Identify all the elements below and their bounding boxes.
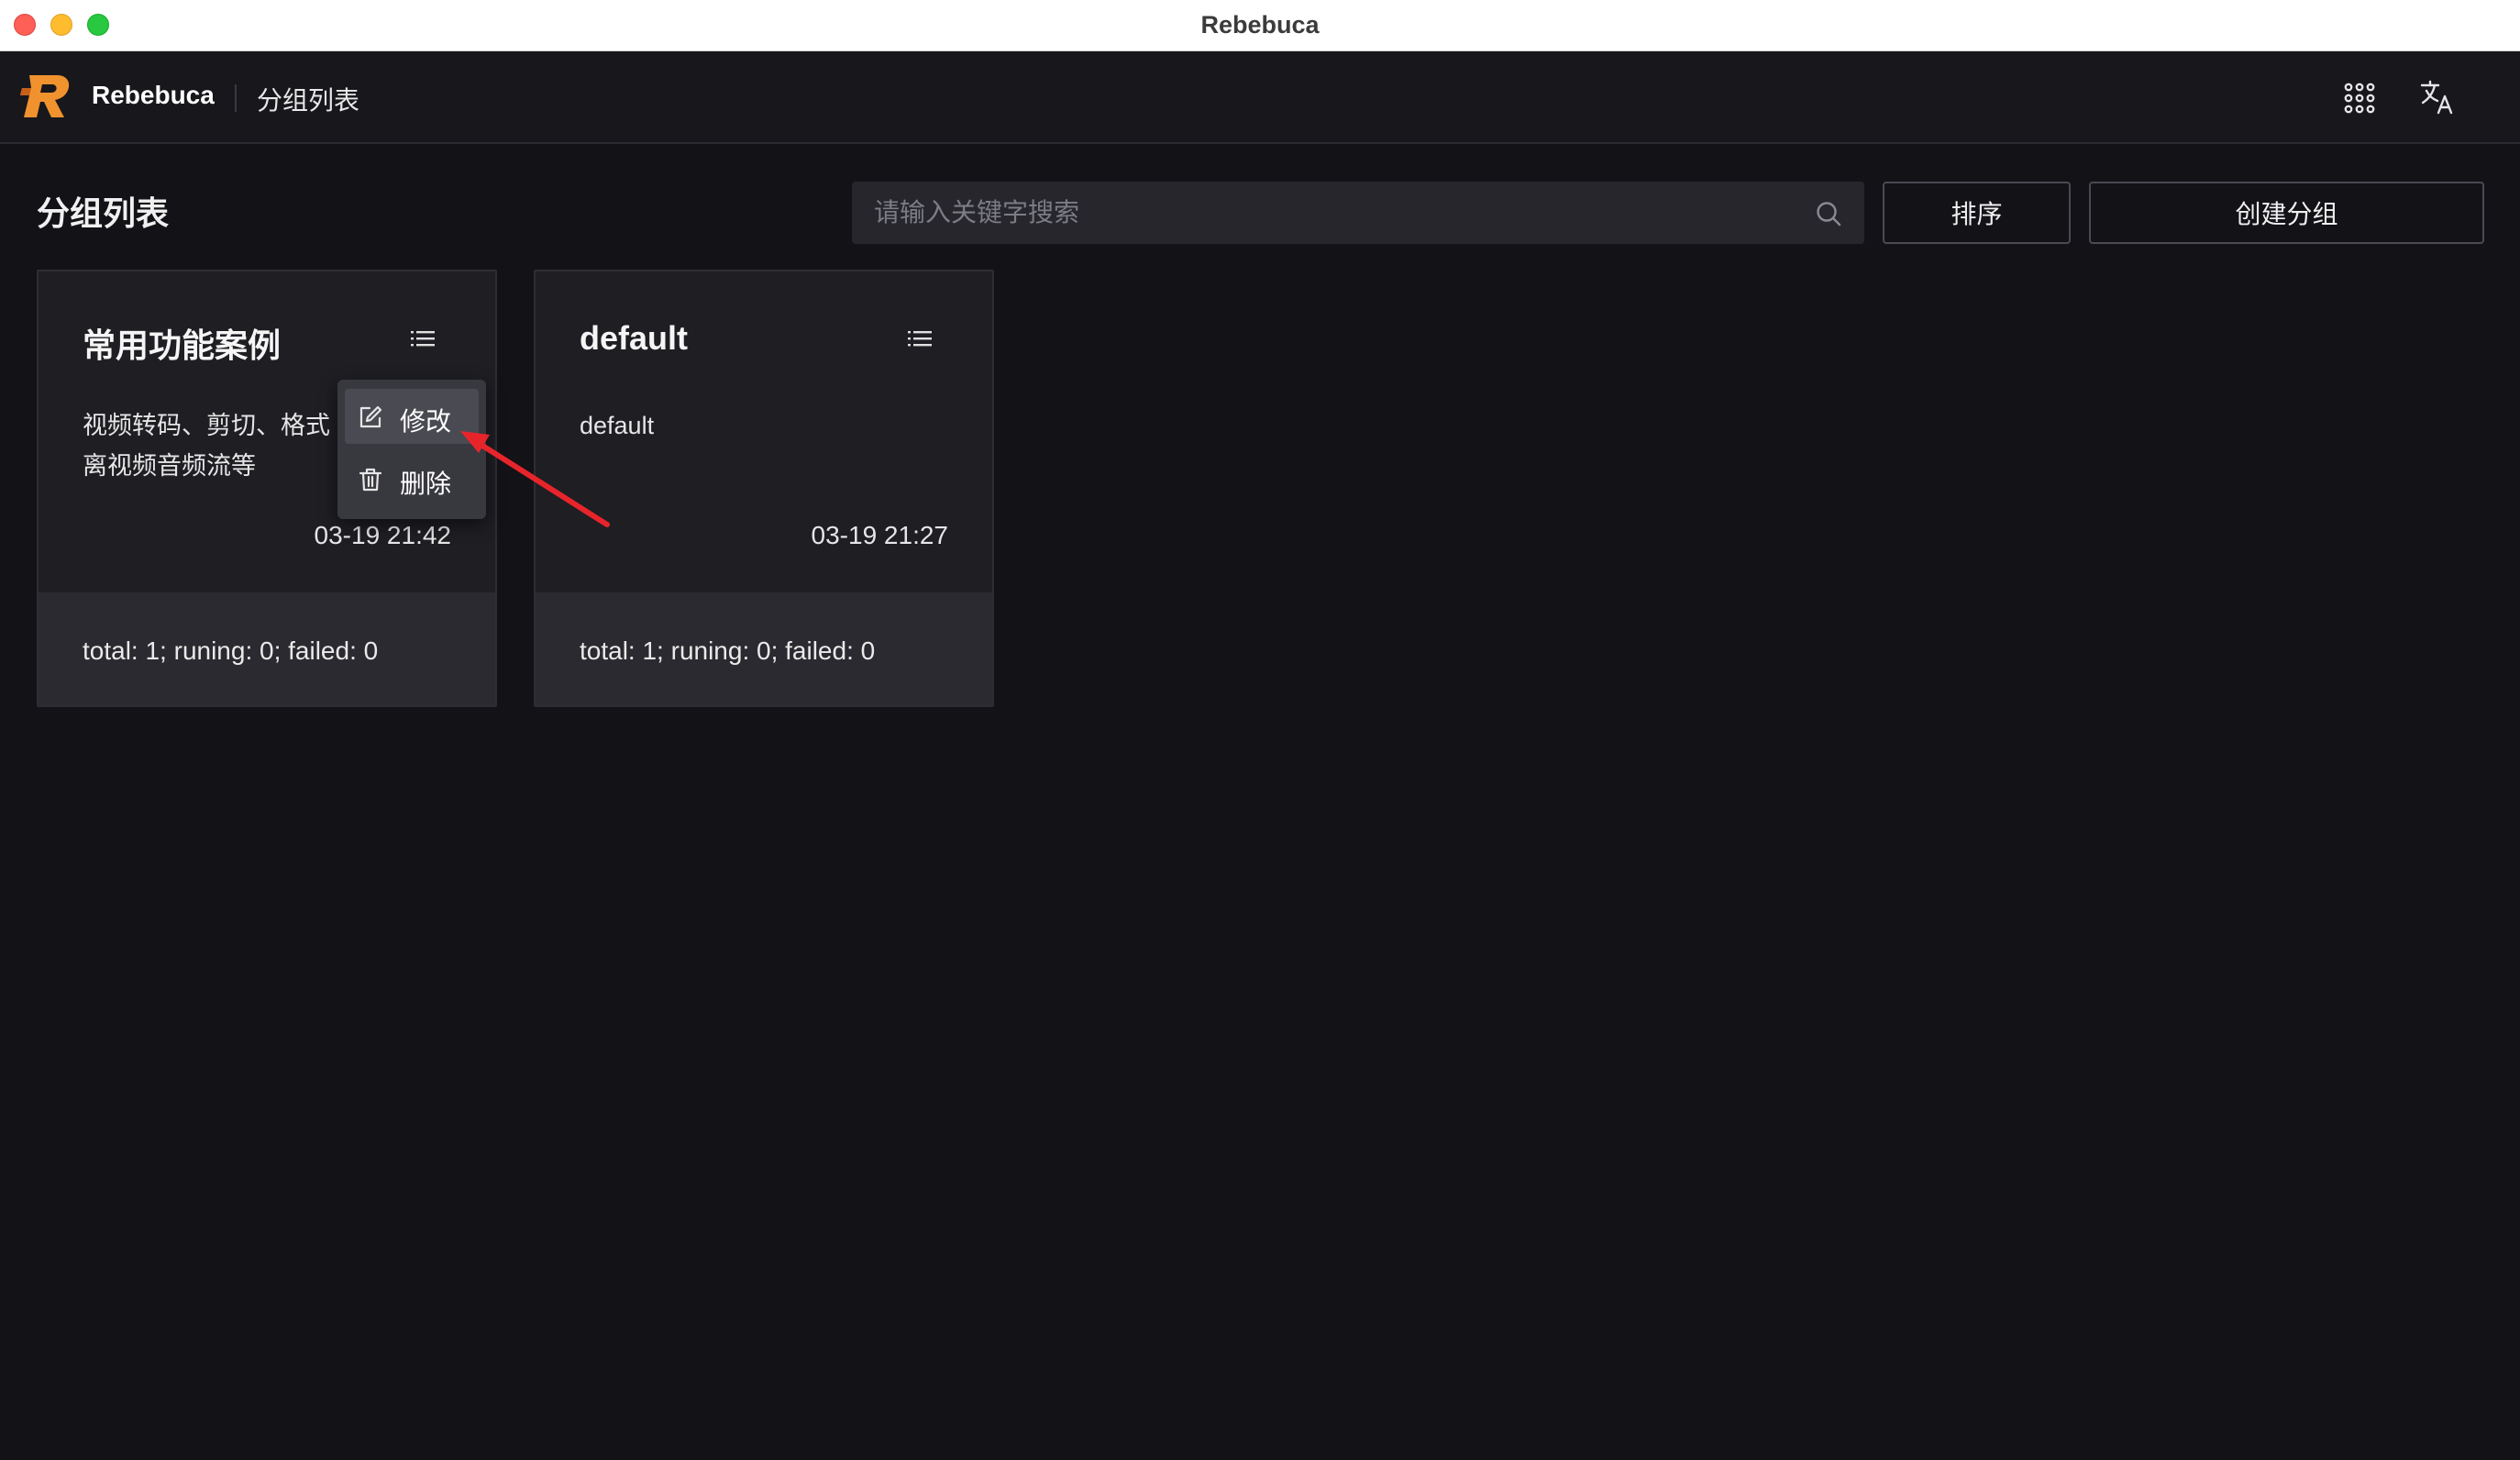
card-footer: total: 1; runing: 0; failed: 0 [536,592,992,705]
list-menu-icon[interactable] [908,328,932,348]
app-header: Rebebuca 分组列表 [0,51,2520,144]
breadcrumb[interactable]: 分组列表 [257,81,359,117]
group-card[interactable]: default default 03-19 21:27 total: 1; ru… [534,270,994,707]
app-logo[interactable] [17,70,73,123]
header-divider [235,84,237,112]
search-icon[interactable] [1815,200,1842,227]
create-group-button[interactable]: 创建分组 [2089,182,2484,244]
page-title: 分组列表 [37,194,170,232]
brand-name: Rebebuca [92,81,215,109]
trash-icon [359,468,382,492]
delete-menu-item[interactable]: 删除 [345,451,479,506]
card-stats: total: 1; runing: 0; failed: 0 [580,636,876,665]
delete-menu-label: 删除 [400,470,452,498]
card-footer: total: 1; runing: 0; failed: 0 [39,592,495,705]
card-description-line: 离视频音频流等 [83,452,256,480]
card-body: default default 03-19 21:27 [536,271,992,592]
translate-icon[interactable] [2419,79,2456,116]
app-window: Rebebuca Rebebuca 分组列表 分组列表 请输入关键字搜索 排序 … [0,0,2520,1460]
search-input[interactable] [874,182,1791,244]
window-titlebar: Rebebuca [0,0,2520,51]
window-title: Rebebuca [1200,11,1320,39]
sort-button[interactable]: 排序 [1883,182,2071,244]
card-title: default [580,319,689,357]
card-description: default [580,412,655,439]
edit-menu-item[interactable]: 修改 [345,389,479,444]
card-description-line: 视频转码、剪切、格式 [83,412,330,439]
search-bar [852,182,1864,244]
list-menu-icon[interactable] [411,328,435,348]
card-timestamp: 03-19 21:42 [314,521,451,549]
card-timestamp: 03-19 21:27 [811,521,948,549]
card-stats: total: 1; runing: 0; failed: 0 [83,636,379,665]
edit-icon [359,405,382,428]
grid-icon[interactable] [2344,83,2375,114]
card-context-menu: 修改 删除 [337,380,486,519]
card-title: 常用功能案例 [83,326,282,364]
edit-menu-label: 修改 [400,407,452,436]
card-description: 视频转码、剪切、格式 离视频音频流等 [83,405,358,486]
